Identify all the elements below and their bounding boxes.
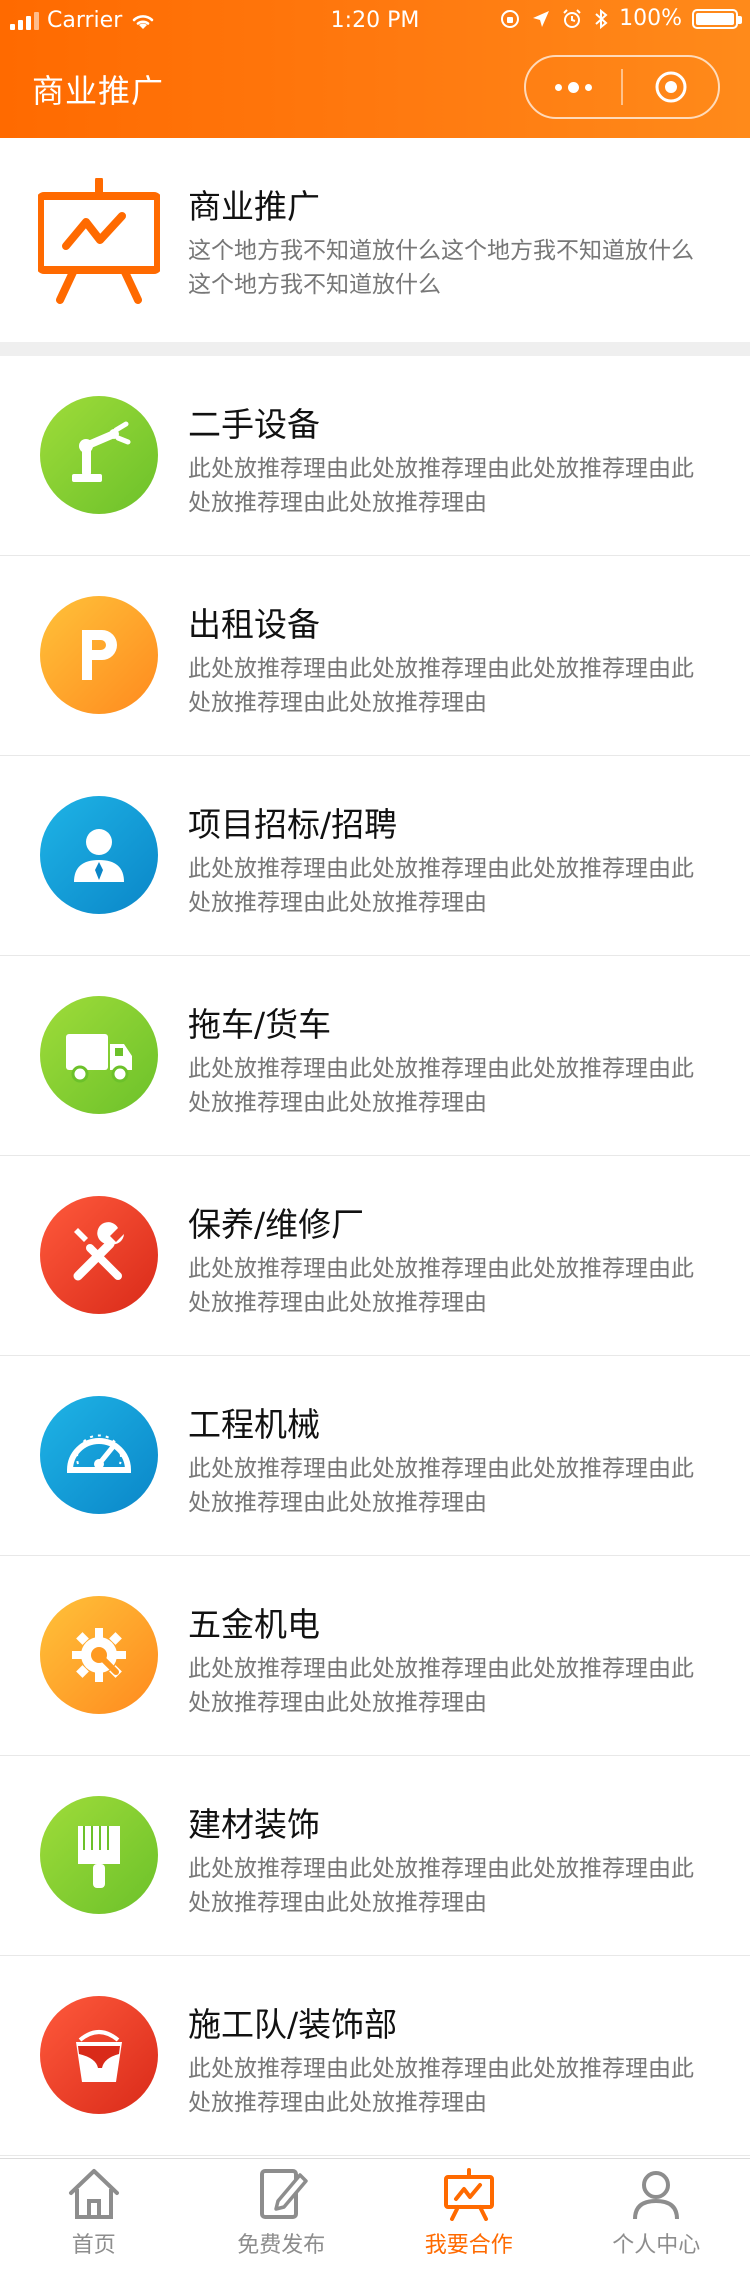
robot-arm-icon [40, 396, 158, 514]
banner-description: 这个地方我不知道放什么这个地方我不知道放什么这个地方我不知道放什么 [188, 238, 694, 298]
category-list: 二手设备 此处放推荐理由此处放推荐理由此处放推荐理由此处放推荐理由此处放推荐理由… [0, 356, 750, 2156]
tab-bar: 首页 免费发布 我要合作 个人中心 [0, 2158, 750, 2270]
list-item-trailer-truck[interactable]: 拖车/货车 此处放推荐理由此处放推荐理由此处放推荐理由此处放推荐理由此处放推荐理… [0, 956, 750, 1156]
person-icon [40, 796, 158, 914]
status-bar: Carrier 1:20 PM 100% [0, 0, 750, 44]
more-button[interactable] [526, 57, 621, 117]
banner-title: 商业推广 [188, 187, 320, 226]
presentation-chart-icon [38, 178, 160, 304]
nav-bar: 商业推广 [0, 44, 750, 138]
paint-bucket-icon [40, 1996, 158, 2114]
more-dot-icon [585, 83, 592, 91]
list-item-construction-team[interactable]: 施工队/装饰部 此处放推荐理由此处放推荐理由此处放推荐理由此处放推荐理由此处放推… [0, 1956, 750, 2156]
tab-label: 免费发布 [237, 2233, 326, 2258]
wrench-screwdriver-icon [40, 1196, 158, 1314]
more-dot-icon [568, 81, 579, 93]
tab-cooperate[interactable]: 我要合作 [375, 2159, 563, 2270]
section-divider [0, 342, 750, 356]
gear-wrench-icon [40, 1596, 158, 1714]
list-item-construction-machinery[interactable]: 工程机械 此处放推荐理由此处放推荐理由此处放推荐理由此处放推荐理由此处放推荐理由 [0, 1356, 750, 1556]
tab-label: 个人中心 [612, 2233, 701, 2258]
list-item-title: 项目招标/招聘 [188, 805, 398, 844]
alarm-icon [563, 8, 581, 28]
list-item-hardware-electrical[interactable]: 五金机电 此处放推荐理由此处放推荐理由此处放推荐理由此处放推荐理由此处放推荐理由 [0, 1556, 750, 1756]
tab-profile[interactable]: 个人中心 [563, 2159, 750, 2270]
tab-free-post[interactable]: 免费发布 [188, 2159, 376, 2270]
header: Carrier 1:20 PM 100% 商业推广 [0, 0, 750, 138]
tab-home[interactable]: 首页 [0, 2159, 188, 2270]
paint-brush-icon [40, 1796, 158, 1914]
list-item-building-materials[interactable]: 建材装饰 此处放推荐理由此处放推荐理由此处放推荐理由此处放推荐理由此处放推荐理由 [0, 1756, 750, 1956]
list-item-title: 施工队/装饰部 [188, 2005, 398, 2044]
speedometer-icon [40, 1396, 158, 1514]
list-item-title: 二手设备 [188, 405, 320, 444]
user-icon [633, 2171, 680, 2220]
list-item-title: 拖车/货车 [188, 1005, 332, 1044]
list-item-tender-recruit[interactable]: 项目招标/招聘 此处放推荐理由此处放推荐理由此处放推荐理由此处放推荐理由此处放推… [0, 756, 750, 956]
list-item-rental-equipment[interactable]: 出租设备 此处放推荐理由此处放推荐理由此处放推荐理由此处放推荐理由此处放推荐理由 [0, 556, 750, 756]
tab-label: 我要合作 [424, 2233, 513, 2258]
close-button[interactable] [623, 57, 718, 117]
list-item-description: 此处放推荐理由此处放推荐理由此处放推荐理由此处放推荐理由此处放推荐理由 [188, 1656, 694, 1716]
list-item-used-equipment[interactable]: 二手设备 此处放推荐理由此处放推荐理由此处放推荐理由此处放推荐理由此处放推荐理由 [0, 356, 750, 556]
list-item-title: 出租设备 [188, 605, 320, 644]
battery-icon [692, 8, 742, 29]
target-close-icon [655, 71, 686, 103]
presentation-chart-icon [443, 2168, 494, 2221]
list-item-description: 此处放推荐理由此处放推荐理由此处放推荐理由此处放推荐理由此处放推荐理由 [188, 656, 694, 716]
list-item-description: 此处放推荐理由此处放推荐理由此处放推荐理由此处放推荐理由此处放推荐理由 [188, 2056, 694, 2116]
battery-percent: 100% [619, 6, 682, 31]
location-arrow-icon [533, 10, 550, 27]
parking-p-icon [40, 596, 158, 714]
list-item-title: 保养/维修厂 [188, 1205, 365, 1244]
list-item-description: 此处放推荐理由此处放推荐理由此处放推荐理由此处放推荐理由此处放推荐理由 [188, 1456, 694, 1516]
list-item-description: 此处放推荐理由此处放推荐理由此处放推荐理由此处放推荐理由此处放推荐理由 [188, 456, 694, 516]
promo-banner[interactable]: 商业推广 这个地方我不知道放什么这个地方我不知道放什么这个地方我不知道放什么 [0, 138, 750, 342]
list-item-description: 此处放推荐理由此处放推荐理由此处放推荐理由此处放推荐理由此处放推荐理由 [188, 856, 694, 916]
list-item-description: 此处放推荐理由此处放推荐理由此处放推荐理由此处放推荐理由此处放推荐理由 [188, 1056, 694, 1116]
truck-icon [40, 996, 158, 1114]
list-item-title: 五金机电 [188, 1605, 320, 1644]
edit-icon [260, 2169, 308, 2219]
list-item-title: 建材装饰 [188, 1805, 320, 1844]
home-icon [68, 2169, 119, 2219]
orientation-lock-icon [501, 9, 520, 28]
list-item-maintenance[interactable]: 保养/维修厂 此处放推荐理由此处放推荐理由此处放推荐理由此处放推荐理由此处放推荐… [0, 1156, 750, 1356]
app-page: Carrier 1:20 PM 100% 商业推广 商业推广 这个地方我不知道放… [0, 0, 750, 2270]
page-title: 商业推广 [32, 72, 165, 110]
miniprogram-capsule [524, 55, 720, 119]
list-item-description: 此处放推荐理由此处放推荐理由此处放推荐理由此处放推荐理由此处放推荐理由 [188, 1256, 694, 1316]
tab-label: 首页 [71, 2233, 116, 2258]
bluetooth-icon [595, 8, 608, 29]
list-item-title: 工程机械 [188, 1405, 320, 1444]
status-right: 100% [499, 6, 742, 31]
more-dot-icon [555, 83, 562, 91]
list-item-description: 此处放推荐理由此处放推荐理由此处放推荐理由此处放推荐理由此处放推荐理由 [188, 1856, 694, 1916]
